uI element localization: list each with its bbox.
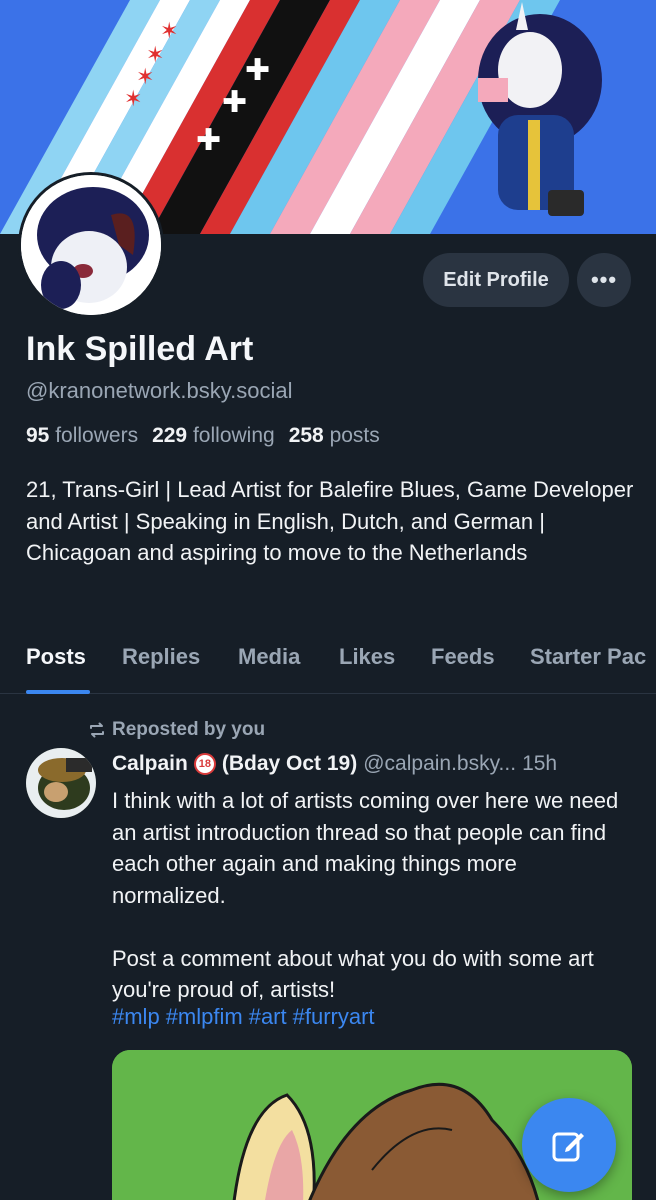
hashtag-link[interactable]: #mlpfim (166, 1004, 243, 1030)
svg-text:✶: ✶ (124, 87, 142, 112)
svg-text:✚: ✚ (196, 123, 221, 158)
svg-text:✶: ✶ (160, 19, 178, 44)
more-options-button[interactable]: ••• (577, 253, 631, 307)
tab-starter-packs[interactable]: Starter Pac (530, 644, 646, 670)
post-timestamp[interactable]: 15h (522, 752, 557, 776)
more-icon: ••• (590, 267, 618, 292)
followers-label: followers (55, 424, 139, 447)
posts-count: 258 (288, 424, 324, 447)
followers-count: 95 (26, 424, 50, 447)
profile-stats: 95 followers 229 following 258 posts (26, 424, 380, 448)
post-author-name[interactable]: Calpain (112, 752, 188, 776)
post-header: Calpain 18 (Bday Oct 19) @calpain.bsky..… (112, 752, 557, 776)
hashtag-link[interactable]: #furryart (293, 1004, 375, 1030)
following-stat[interactable]: 229 following (152, 424, 275, 448)
edit-profile-button[interactable]: Edit Profile (423, 253, 569, 307)
post-author-suffix[interactable]: (Bday Oct 19) (222, 752, 357, 776)
posts-stat: 258 posts (289, 424, 380, 448)
tab-media[interactable]: Media (238, 644, 300, 670)
profile-bio: 21, Trans-Girl | Lead Artist for Balefir… (26, 477, 634, 565)
post-author-avatar[interactable] (26, 748, 96, 818)
repost-indicator[interactable]: Reposted by you (88, 719, 265, 741)
tab-likes[interactable]: Likes (339, 644, 395, 670)
following-label: following (192, 424, 275, 447)
followers-stat[interactable]: 95 followers (26, 424, 138, 448)
tab-replies[interactable]: Replies (122, 644, 200, 670)
profile-avatar[interactable] (18, 172, 164, 318)
active-tab-indicator (26, 690, 90, 694)
hashtag-link[interactable]: #art (249, 1004, 287, 1030)
compose-icon (552, 1132, 584, 1162)
svg-text:✚: ✚ (245, 53, 270, 88)
post-hashtags: #mlp #mlpfim #art #furryart (112, 1004, 375, 1030)
hashtag-link[interactable]: #mlp (112, 1004, 160, 1030)
profile-handle: @kranonetwork.bsky.social (26, 378, 293, 403)
following-count: 229 (152, 424, 188, 447)
svg-text:✚: ✚ (222, 85, 247, 120)
post-body: I think with a lot of artists coming ove… (112, 788, 619, 1002)
repost-icon (90, 722, 104, 738)
profile-display-name: Ink Spilled Art (26, 330, 254, 368)
tab-feeds[interactable]: Feeds (431, 644, 495, 670)
posts-label: posts (329, 424, 380, 447)
tab-posts[interactable]: Posts (26, 644, 86, 670)
avatar-art (21, 175, 161, 315)
author-avatar-art (26, 748, 96, 818)
profile-tabs: Posts Replies Media Likes Feeds Starter … (0, 640, 656, 694)
post-author-handle[interactable]: @calpain.bsky... (363, 752, 516, 776)
repost-label: Reposted by you (112, 719, 266, 740)
compose-button[interactable] (522, 1098, 616, 1192)
adult-badge-icon: 18 (193, 753, 216, 775)
